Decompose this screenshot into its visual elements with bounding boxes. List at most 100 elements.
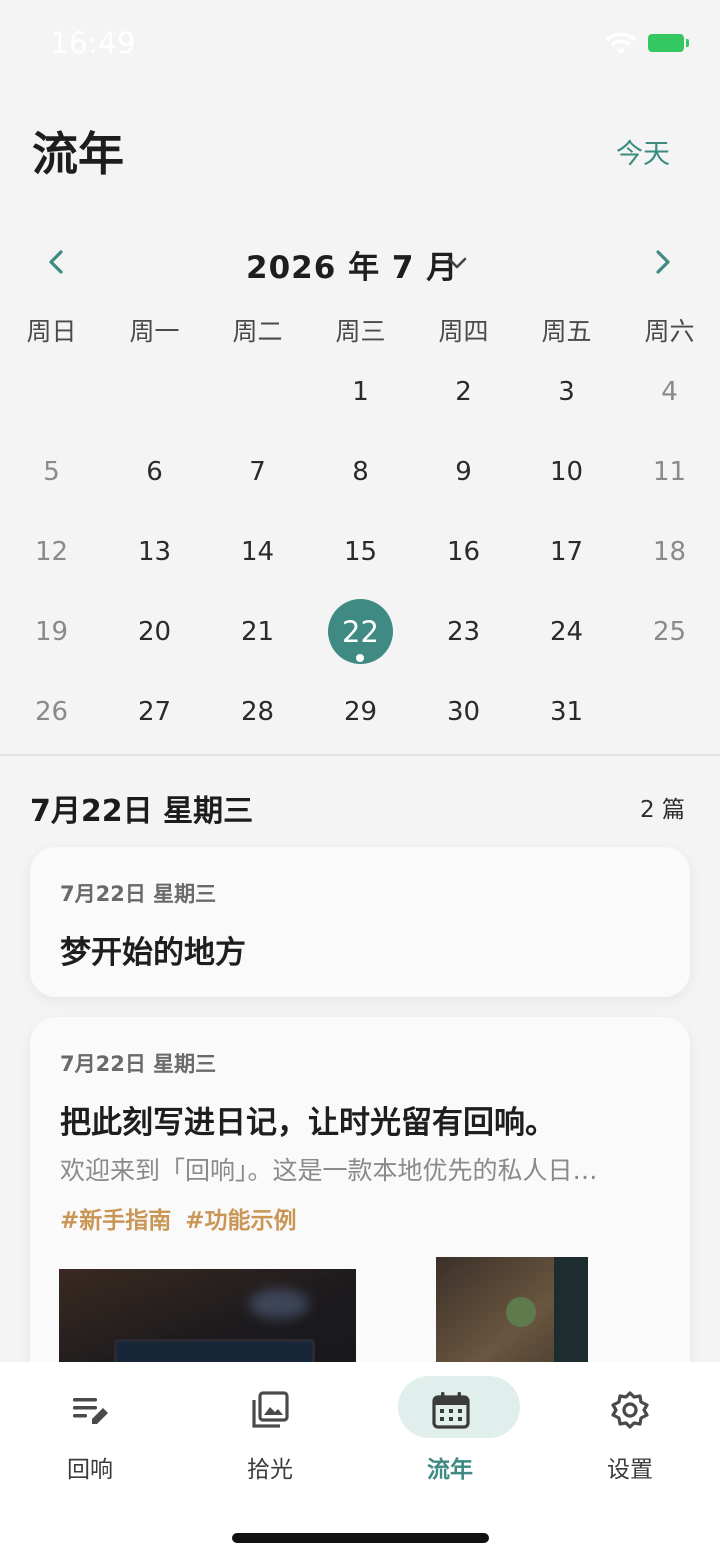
calendar-day[interactable]: 25 [618, 592, 720, 672]
day-number: 26 [34, 697, 69, 727]
calendar-day[interactable]: 31 [515, 672, 618, 752]
weekday-label: 周三 [335, 317, 386, 346]
entry-tags: #新手指南 #功能示例 [60, 1201, 311, 1235]
calendar-day[interactable]: 4 [618, 352, 720, 432]
day-number: 20 [137, 617, 172, 647]
calendar-day[interactable]: 9 [412, 432, 515, 512]
day-number: 12 [34, 537, 69, 567]
calendar-day[interactable]: 24 [515, 592, 618, 672]
calendar-day[interactable]: 11 [618, 432, 720, 512]
divider [0, 754, 720, 756]
weekday-label: 周日 [26, 317, 77, 346]
calendar-day[interactable]: 6 [103, 432, 206, 512]
calendar-grid: 1 2 3 4 5 6 7 8 9 10 11 12 13 14 15 16 17 18 19 20 21 22 23 24 2… [0, 352, 720, 752]
calendar-day[interactable]: 21 [206, 592, 309, 672]
weekday-label: 周六 [644, 317, 695, 346]
calendar-day[interactable]: 18 [618, 512, 720, 592]
calendar-day[interactable]: 5 [0, 432, 103, 512]
tab-bar: 回响 拾光 流年 设置 [0, 1362, 720, 1559]
month-label[interactable]: 2026 年 7 月 [246, 242, 458, 287]
day-number: 3 [558, 377, 575, 407]
calendar-day[interactable]: 14 [206, 512, 309, 592]
calendar-day[interactable]: 15 [309, 512, 412, 592]
day-number: 21 [240, 617, 275, 647]
day-number: 18 [652, 537, 687, 567]
tab-label: 回响 [67, 1457, 113, 1483]
day-number: 5 [43, 457, 60, 487]
calendar-day[interactable]: 13 [103, 512, 206, 592]
calendar-day[interactable]: 19 [0, 592, 103, 672]
calendar-day[interactable]: 28 [206, 672, 309, 752]
calendar-day[interactable]: 1 [309, 352, 412, 432]
tab-echo[interactable]: 回响 [20, 1376, 160, 1486]
calendar-icon [432, 1392, 470, 1429]
day-number: 2 [455, 377, 472, 407]
entry-excerpt: 欢迎来到「回响」。这是一款本地优先的私人日… [60, 1156, 598, 1185]
tab-settings[interactable]: 设置 [560, 1376, 700, 1486]
calendar-day[interactable]: 8 [309, 432, 412, 512]
chevron-right-icon[interactable] [645, 245, 679, 279]
day-number: 15 [343, 537, 378, 567]
calendar-day[interactable]: 27 [103, 672, 206, 752]
selected-day-heading: 7月22日 星期三 [30, 794, 254, 829]
weekday-label: 周四 [438, 317, 489, 346]
day-number: 28 [240, 697, 275, 727]
day-number: 29 [343, 697, 378, 727]
calendar-day[interactable]: 29 [309, 672, 412, 752]
day-number: 1 [352, 377, 369, 407]
entry-date: 7月22日 星期三 [60, 1052, 217, 1076]
weekday-label: 周二 [232, 317, 283, 346]
calendar-day[interactable]: 2 [412, 352, 515, 432]
chevron-left-icon[interactable] [40, 245, 74, 279]
entry-date: 7月22日 星期三 [60, 882, 217, 906]
entry-dot [356, 654, 364, 662]
day-number: 25 [652, 617, 687, 647]
tag[interactable]: #新手指南 [60, 1208, 171, 1234]
chevron-down-icon[interactable] [444, 250, 470, 276]
tab-label: 拾光 [247, 1457, 293, 1483]
calendar-day[interactable]: 22 [309, 592, 412, 672]
weekday-label: 周一 [129, 317, 180, 346]
calendar-day[interactable]: 20 [103, 592, 206, 672]
entry-title: 把此刻写进日记，让时光留有回响。 [60, 1105, 556, 1141]
entry-count: 2 篇 [640, 797, 685, 823]
calendar-day[interactable]: 12 [0, 512, 103, 592]
day-number: 17 [549, 537, 584, 567]
day-number: 8 [352, 457, 369, 487]
entry-card[interactable]: 7月22日 星期三 梦开始的地方 [30, 847, 690, 997]
day-number: 6 [146, 457, 163, 487]
calendar-day[interactable]: 3 [515, 352, 618, 432]
today-button[interactable]: 今天 [616, 132, 670, 171]
calendar-day[interactable]: 17 [515, 512, 618, 592]
day-number: 30 [446, 697, 481, 727]
status-time: 16:49 [50, 26, 137, 60]
day-number: 27 [137, 697, 172, 727]
calendar-day[interactable]: 16 [412, 512, 515, 592]
calendar-day[interactable]: 23 [412, 592, 515, 672]
day-number: 9 [455, 457, 472, 487]
entry-title: 梦开始的地方 [60, 935, 246, 971]
photo-library-icon [252, 1391, 289, 1428]
gear-icon [611, 1391, 649, 1429]
day-number: 10 [549, 457, 584, 487]
weekday-header: 周日 周一 周二 周三 周四 周五 周六 [0, 312, 720, 352]
tab-label: 设置 [607, 1457, 653, 1483]
battery-icon [648, 34, 689, 52]
day-number: 13 [137, 537, 172, 567]
home-indicator [232, 1533, 489, 1543]
day-number: 11 [652, 457, 687, 487]
tab-years[interactable]: 流年 [380, 1376, 520, 1486]
day-number: 19 [34, 617, 69, 647]
calendar-day[interactable]: 30 [412, 672, 515, 752]
day-number: 31 [549, 697, 584, 727]
calendar-day[interactable]: 7 [206, 432, 309, 512]
status-bar: 16:49 [0, 0, 720, 90]
calendar-day[interactable]: 26 [0, 672, 103, 752]
calendar-day[interactable]: 10 [515, 432, 618, 512]
tab-gleaning[interactable]: 拾光 [200, 1376, 340, 1486]
tag[interactable]: #功能示例 [185, 1208, 296, 1234]
day-number: 23 [446, 617, 481, 647]
edit-list-icon [73, 1398, 108, 1424]
day-number: 16 [446, 537, 481, 567]
day-number: 4 [661, 377, 678, 407]
